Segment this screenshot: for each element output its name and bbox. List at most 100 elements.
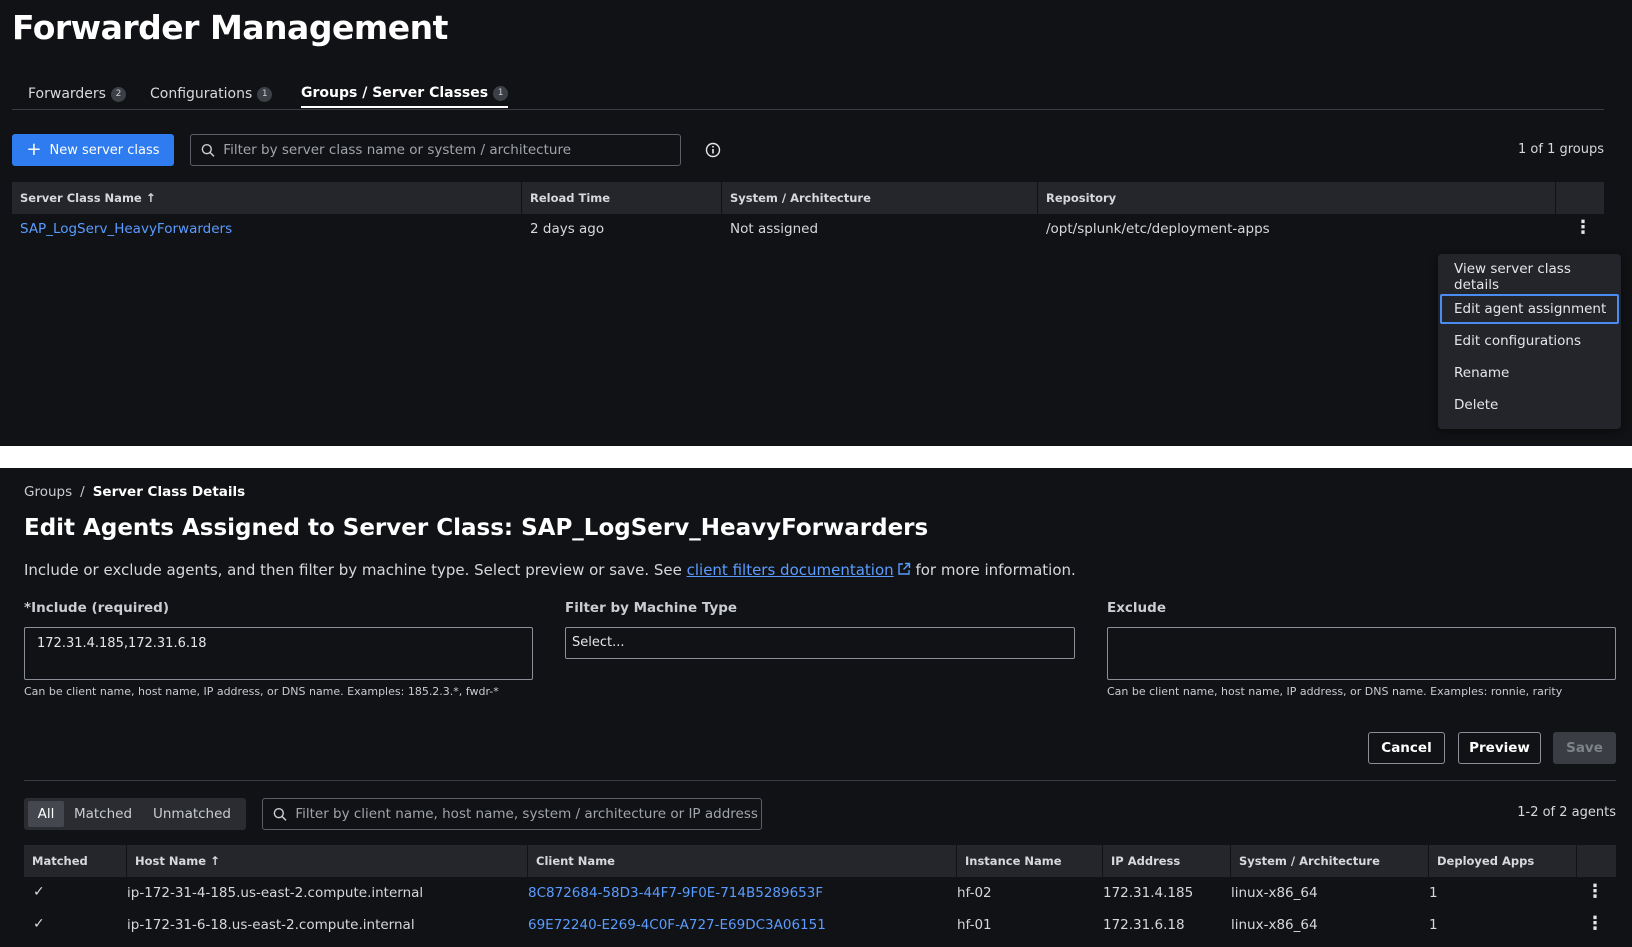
include-label: *Include (required) <box>24 600 169 616</box>
edit-description: Include or exclude agents, and then filt… <box>24 561 1076 579</box>
external-link-icon <box>897 562 910 575</box>
column-system-architecture[interactable]: System / Architecture <box>722 182 1038 214</box>
server-class-filter[interactable] <box>190 134 681 166</box>
exclude-help: Can be client name, host name, IP addres… <box>1107 685 1563 698</box>
column-label: Repository <box>1046 191 1117 205</box>
column-deployed-apps[interactable]: Deployed Apps <box>1429 845 1577 877</box>
tab-label: Groups / Server Classes <box>301 85 489 101</box>
breadcrumb-current: Server Class Details <box>92 484 246 500</box>
client-name-link[interactable]: 8C872684-58D3-44F7-9F0E-714B5289653F <box>528 885 823 901</box>
instance-name-cell: hf-01 <box>957 917 992 933</box>
server-class-link[interactable]: SAP_LogServ_HeavyForwarders <box>20 221 232 237</box>
column-label: Deployed Apps <box>1437 854 1535 868</box>
ip-address-cell: 172.31.6.18 <box>1103 917 1185 933</box>
segment-unmatched[interactable]: Unmatched <box>142 801 242 827</box>
system-cell: linux-x86_64 <box>1231 885 1318 901</box>
agent-filter-input[interactable] <box>295 806 761 822</box>
tab-label: Configurations <box>150 86 253 102</box>
column-server-class-name[interactable]: Server Class Name ↑ <box>12 182 522 214</box>
menu-item-rename[interactable]: Rename <box>1440 358 1619 388</box>
column-client-name[interactable]: Client Name <box>528 845 957 877</box>
column-label: Reload Time <box>530 191 611 205</box>
search-icon <box>201 143 215 157</box>
doc-link-label: client filters documentation <box>686 561 894 579</box>
repository-cell: /opt/splunk/etc/deployment-apps <box>1046 221 1270 237</box>
deployed-apps-cell: 1 <box>1429 885 1438 901</box>
forwarder-management-panel: Forwarder Management Forwarders 2 Config… <box>0 0 1632 446</box>
plus-icon: + <box>26 139 42 160</box>
segment-matched[interactable]: Matched <box>68 801 138 827</box>
more-vertical-icon[interactable]: ⋮ <box>1586 883 1604 901</box>
tab-label: Forwarders <box>28 86 106 102</box>
description-text: Include or exclude agents, and then filt… <box>24 561 687 579</box>
segment-all[interactable]: All <box>28 801 64 827</box>
server-class-filter-input[interactable] <box>223 142 680 158</box>
machine-type-select[interactable]: Select... <box>565 627 1075 659</box>
exclude-label: Exclude <box>1107 600 1166 616</box>
column-label: Instance Name <box>965 854 1062 868</box>
match-filter-segmented: All Matched Unmatched <box>24 798 246 830</box>
column-actions <box>1556 182 1604 214</box>
more-vertical-icon[interactable]: ⋮ <box>1586 915 1604 933</box>
new-server-class-label: New server class <box>49 142 160 158</box>
tab-groups-server-classes[interactable]: Groups / Server Classes 1 <box>301 80 509 108</box>
column-label: System / Architecture <box>730 191 871 205</box>
instance-name-cell: hf-02 <box>957 885 992 901</box>
count-badge: 1 <box>257 86 273 102</box>
section-divider <box>24 780 1616 781</box>
column-label: Host Name <box>135 854 207 868</box>
save-button[interactable]: Save <box>1553 732 1616 764</box>
info-icon[interactable] <box>705 142 721 158</box>
agent-filter[interactable] <box>262 798 762 830</box>
tab-forwarders[interactable]: Forwarders 2 <box>28 80 126 108</box>
include-field[interactable]: 172.31.4.185,172.31.6.18 <box>24 627 533 680</box>
reload-time-cell: 2 days ago <box>530 221 605 237</box>
sort-ascending-icon: ↑ <box>210 854 221 868</box>
required-mark: * <box>24 600 32 616</box>
column-label: Client Name <box>536 854 615 868</box>
menu-item-edit-configurations[interactable]: Edit configurations <box>1440 326 1619 356</box>
client-filters-doc-link[interactable]: client filters documentation <box>687 561 894 579</box>
row-actions-menu: View server class details Edit agent ass… <box>1438 254 1621 429</box>
column-system-architecture[interactable]: System / Architecture <box>1231 845 1429 877</box>
preview-button[interactable]: Preview <box>1458 732 1541 764</box>
column-actions <box>1577 845 1616 877</box>
machine-type-label: Filter by Machine Type <box>565 600 738 616</box>
column-repository[interactable]: Repository <box>1038 182 1556 214</box>
groups-table-header: Server Class Name ↑ Reload Time System /… <box>12 182 1604 214</box>
breadcrumb-separator: / <box>80 484 85 500</box>
tab-configurations[interactable]: Configurations 1 <box>150 80 273 108</box>
column-label: IP Address <box>1111 854 1181 868</box>
agents-table-header: Matched Host Name ↑ Client Name Instance… <box>24 845 1616 877</box>
column-instance-name[interactable]: Instance Name <box>957 845 1103 877</box>
column-reload-time[interactable]: Reload Time <box>522 182 722 214</box>
search-icon <box>273 807 287 821</box>
menu-item-delete[interactable]: Delete <box>1440 390 1619 420</box>
system-cell: Not assigned <box>730 221 819 237</box>
ip-address-cell: 172.31.4.185 <box>1103 885 1194 901</box>
menu-item-view-details[interactable]: View server class details <box>1440 261 1619 293</box>
column-label: Server Class Name <box>20 191 142 205</box>
tab-bar: Forwarders 2 Configurations 1 Groups / S… <box>12 78 1604 110</box>
page-title: Forwarder Management <box>12 8 448 47</box>
check-icon: ✓ <box>33 884 45 900</box>
host-name-cell: ip-172-31-6-18.us-east-2.compute.interna… <box>127 917 415 933</box>
menu-item-edit-agent-assignment[interactable]: Edit agent assignment <box>1440 294 1619 324</box>
deployed-apps-cell: 1 <box>1429 917 1438 933</box>
group-count: 1 of 1 groups <box>1518 142 1604 157</box>
count-badge: 2 <box>110 86 126 102</box>
exclude-field[interactable] <box>1107 627 1616 680</box>
column-matched[interactable]: Matched <box>24 845 127 877</box>
breadcrumb-groups[interactable]: Groups <box>24 484 72 500</box>
system-cell: linux-x86_64 <box>1231 917 1318 933</box>
column-host-name[interactable]: Host Name ↑ <box>127 845 528 877</box>
new-server-class-button[interactable]: + New server class <box>12 134 174 166</box>
cancel-button[interactable]: Cancel <box>1368 732 1445 764</box>
include-label-text: Include (required) <box>31 600 169 616</box>
check-icon: ✓ <box>33 916 45 932</box>
more-vertical-icon[interactable]: ⋮ <box>1574 219 1592 237</box>
column-label: System / Architecture <box>1239 854 1380 868</box>
host-name-cell: ip-172-31-4-185.us-east-2.compute.intern… <box>127 885 424 901</box>
column-ip-address[interactable]: IP Address <box>1103 845 1231 877</box>
client-name-link[interactable]: 69E72240-E269-4C0F-A727-E69DC3A06151 <box>528 917 826 933</box>
